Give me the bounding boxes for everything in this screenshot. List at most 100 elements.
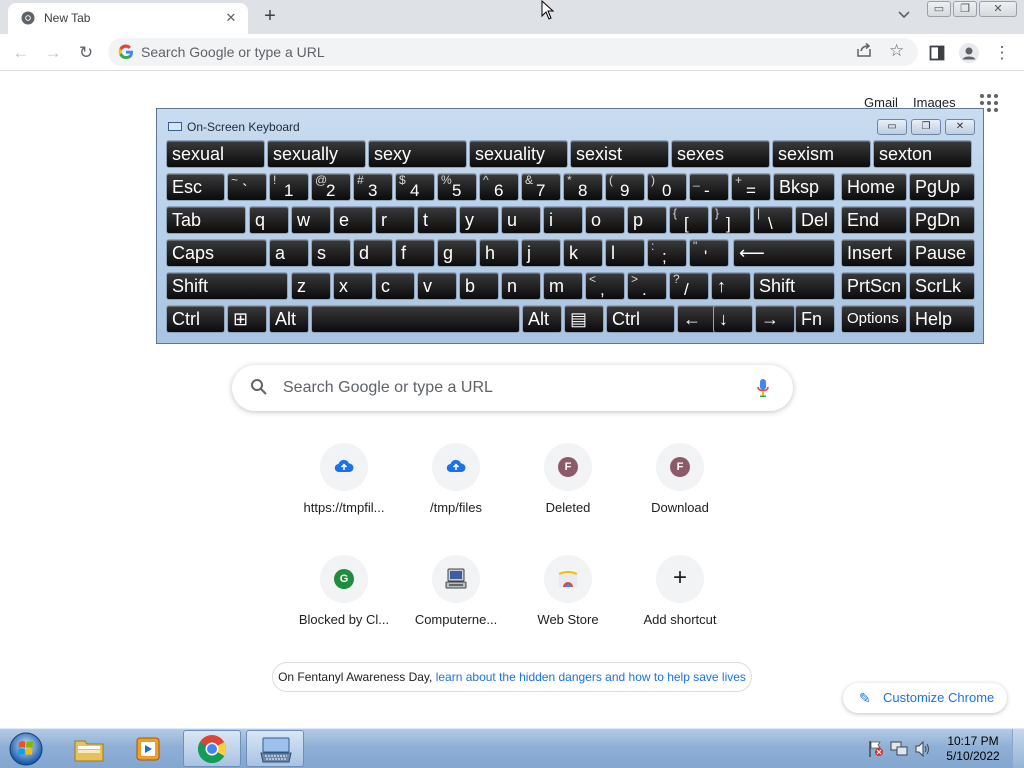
start-button[interactable] bbox=[6, 730, 46, 768]
key-[interactable]: }] bbox=[711, 206, 751, 234]
new-tab-button[interactable]: + bbox=[260, 6, 280, 26]
key-alt[interactable]: Alt bbox=[522, 305, 562, 333]
key-[interactable]: + = bbox=[731, 173, 771, 201]
key-[interactable]: _ - bbox=[689, 173, 729, 201]
suggestion-key[interactable]: sexually bbox=[267, 140, 366, 168]
key-alt[interactable]: Alt bbox=[269, 305, 309, 333]
taskbar-media-player-button[interactable] bbox=[120, 730, 178, 767]
profile-avatar-icon[interactable] bbox=[958, 42, 980, 64]
shortcut-tile[interactable]: https://tmpfil... bbox=[288, 443, 400, 543]
key-a[interactable]: a bbox=[269, 239, 309, 267]
show-desktop-button[interactable] bbox=[1012, 729, 1024, 768]
key-e[interactable]: e bbox=[333, 206, 373, 234]
key-ctrl[interactable]: Ctrl bbox=[606, 305, 675, 333]
key-g[interactable]: g bbox=[437, 239, 477, 267]
key-q[interactable]: q bbox=[249, 206, 289, 234]
taskbar-osk-button[interactable] bbox=[246, 730, 304, 767]
key-shift[interactable]: Shift bbox=[166, 272, 288, 300]
suggestion-key[interactable]: sexy bbox=[368, 140, 467, 168]
customize-chrome-button[interactable]: ✎ Customize Chrome bbox=[843, 683, 1007, 713]
key-r[interactable]: r bbox=[375, 206, 415, 234]
key-9[interactable]: (9 bbox=[605, 173, 645, 201]
key-help[interactable]: Help bbox=[909, 305, 975, 333]
shortcut-tile[interactable]: /tmp/files bbox=[400, 443, 512, 543]
ntp-search-box[interactable] bbox=[232, 365, 793, 411]
key-[interactable]: ↑ bbox=[711, 272, 751, 300]
key-[interactable]: ↓ bbox=[713, 305, 753, 333]
key-k[interactable]: k bbox=[563, 239, 603, 267]
tab-search-chevron-icon[interactable] bbox=[894, 8, 914, 26]
side-panel-icon[interactable] bbox=[926, 42, 948, 64]
key-caps[interactable]: Caps bbox=[166, 239, 267, 267]
bookmark-star-icon[interactable]: ☆ bbox=[889, 41, 904, 61]
key-f[interactable]: f bbox=[395, 239, 435, 267]
key-z[interactable]: z bbox=[291, 272, 331, 300]
key-m[interactable]: m bbox=[543, 272, 583, 300]
suggestion-key[interactable]: sexes bbox=[671, 140, 770, 168]
key-[interactable]: ← bbox=[677, 305, 717, 333]
key-[interactable]: ~ ` bbox=[227, 173, 267, 201]
suggestion-key[interactable]: sexton bbox=[873, 140, 972, 168]
key-[interactable]: >. bbox=[627, 272, 667, 300]
tab-close-icon[interactable]: ✕ bbox=[222, 9, 240, 27]
key-[interactable]: {[ bbox=[669, 206, 709, 234]
key-prtscn[interactable]: PrtScn bbox=[841, 272, 907, 300]
key-ctrl[interactable]: Ctrl bbox=[166, 305, 225, 333]
key-scrlk[interactable]: ScrLk bbox=[909, 272, 975, 300]
osk-restore-button[interactable]: ❐ bbox=[911, 119, 941, 135]
key-home[interactable]: Home bbox=[841, 173, 907, 201]
close-window-button[interactable]: ✕ bbox=[979, 1, 1017, 17]
osk-minimize-button[interactable]: ▭ bbox=[877, 119, 907, 135]
voice-search-mic-icon[interactable] bbox=[756, 378, 770, 403]
key-d[interactable]: d bbox=[353, 239, 393, 267]
shortcut-tile[interactable]: G Blocked by Cl... bbox=[288, 555, 400, 655]
key-fn[interactable]: Fn bbox=[795, 305, 835, 333]
volume-icon[interactable] bbox=[914, 740, 932, 762]
key-8[interactable]: * 8 bbox=[563, 173, 603, 201]
shortcut-tile[interactable]: Web Store bbox=[512, 555, 624, 655]
suggestion-key[interactable]: sexism bbox=[772, 140, 871, 168]
key-l[interactable]: l bbox=[605, 239, 645, 267]
address-input[interactable] bbox=[141, 38, 841, 66]
suggestion-key[interactable]: sexual bbox=[166, 140, 265, 168]
reload-icon[interactable]: ↻ bbox=[75, 42, 97, 64]
taskbar-clock[interactable]: 10:17 PM 5/10/2022 bbox=[940, 734, 1006, 764]
taskbar-explorer-button[interactable] bbox=[60, 730, 118, 767]
key-end[interactable]: End bbox=[841, 206, 907, 234]
key-7[interactable]: & 7 bbox=[521, 173, 561, 201]
network-icon[interactable] bbox=[890, 741, 908, 762]
key-1[interactable]: ! 1 bbox=[269, 173, 309, 201]
key-options[interactable]: Options bbox=[841, 305, 907, 333]
key-shift[interactable]: Shift bbox=[753, 272, 835, 300]
key-6[interactable]: ^ 6 bbox=[479, 173, 519, 201]
key-b[interactable]: b bbox=[459, 272, 499, 300]
key-v[interactable]: v bbox=[417, 272, 457, 300]
key-pause[interactable]: Pause bbox=[909, 239, 975, 267]
restore-window-button[interactable]: ❐ bbox=[953, 1, 977, 17]
shortcut-tile[interactable]: F Deleted bbox=[512, 443, 624, 543]
key-w[interactable]: w bbox=[291, 206, 331, 234]
shortcut-tile[interactable]: F Download bbox=[624, 443, 736, 543]
minimize-window-button[interactable]: ▭ bbox=[927, 1, 951, 17]
back-arrow-icon[interactable]: ← bbox=[10, 42, 32, 64]
key-pgup[interactable]: PgUp bbox=[909, 173, 975, 201]
key-i[interactable]: i bbox=[543, 206, 583, 234]
add-shortcut-button[interactable]: + Add shortcut bbox=[624, 555, 736, 655]
share-icon[interactable] bbox=[856, 42, 872, 62]
key-[interactable]: ⟵ bbox=[733, 239, 835, 267]
key-j[interactable]: j bbox=[521, 239, 561, 267]
key-2[interactable]: @2 bbox=[311, 173, 351, 201]
key-4[interactable]: $4 bbox=[395, 173, 435, 201]
key-y[interactable]: y bbox=[459, 206, 499, 234]
key-tab[interactable]: Tab bbox=[166, 206, 246, 234]
key-5[interactable]: % 5 bbox=[437, 173, 477, 201]
key-bksp[interactable]: Bksp bbox=[773, 173, 835, 201]
key-del[interactable]: Del bbox=[795, 206, 835, 234]
osk-close-button[interactable]: ✕ bbox=[945, 119, 975, 135]
key-p[interactable]: p bbox=[627, 206, 667, 234]
key-insert[interactable]: Insert bbox=[841, 239, 907, 267]
key-[interactable]: ⊞ bbox=[227, 305, 267, 333]
shortcut-tile[interactable]: Computerne... bbox=[400, 555, 512, 655]
key-x[interactable]: x bbox=[333, 272, 373, 300]
key-[interactable]: " ' bbox=[689, 239, 729, 267]
